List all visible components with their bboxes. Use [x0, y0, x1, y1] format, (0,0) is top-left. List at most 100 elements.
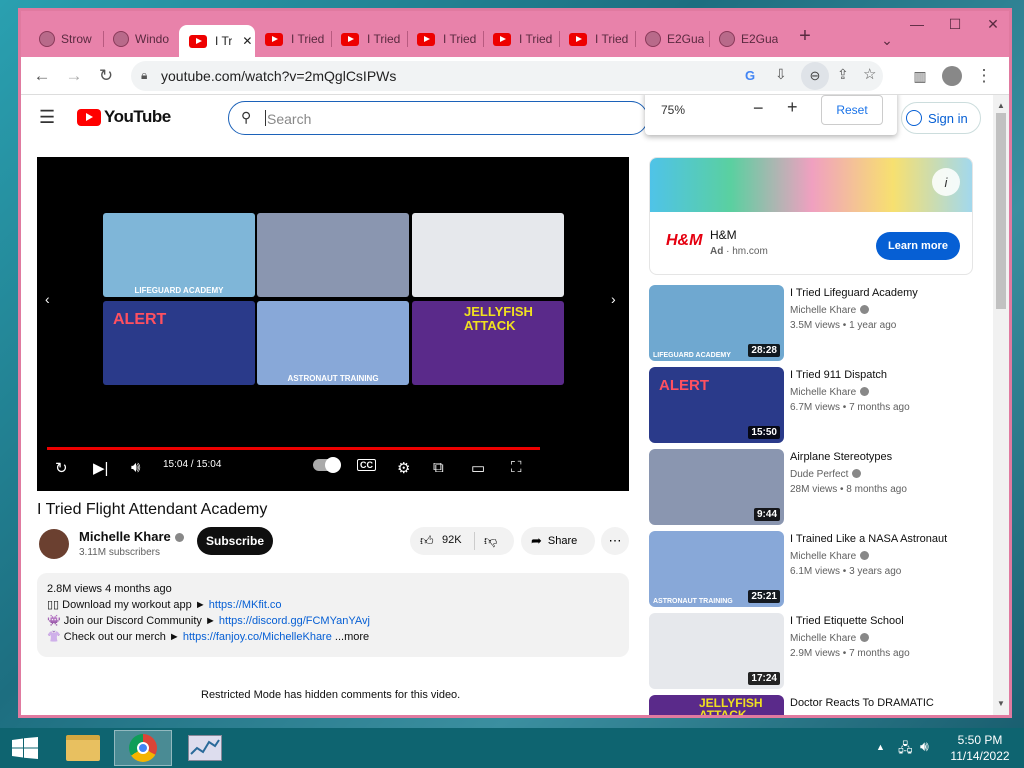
- subscribe-button[interactable]: Subscribe: [197, 527, 273, 555]
- rec-channel[interactable]: Michelle Khare: [790, 551, 870, 562]
- learn-more-button[interactable]: Learn more: [876, 232, 960, 260]
- tab-search-chevron-icon[interactable]: ⌄: [871, 29, 903, 51]
- theater-mode-icon[interactable]: ▭: [471, 459, 485, 477]
- recommended-video[interactable]: 9:44 Airplane Stereotypes Dude Perfect 28M …: [649, 449, 989, 525]
- install-icon[interactable]: ⇩: [775, 66, 787, 83]
- reload-button[interactable]: ↻: [93, 63, 119, 89]
- file-explorer-icon[interactable]: [54, 730, 112, 766]
- share-icon[interactable]: ⇪: [837, 66, 849, 83]
- system-clock[interactable]: 5:50 PM 11/14/2022: [940, 732, 1020, 764]
- rec-title[interactable]: I Tried 911 Dispatch: [790, 369, 980, 381]
- forward-button[interactable]: →: [61, 63, 87, 89]
- tab-9[interactable]: E2Gua: [635, 25, 709, 53]
- close-window-button[interactable]: ✕: [977, 13, 1009, 35]
- rec-title[interactable]: Airplane Stereotypes: [790, 451, 980, 463]
- rec-thumbnail[interactable]: ASTRONAUT TRAINING 25:21: [649, 531, 784, 607]
- address-bar[interactable]: 🔒︎ youtube.com/watch?v=2mQglCsIPWs G ⇩ ⊖…: [131, 61, 883, 91]
- maximize-button[interactable]: ☐: [939, 13, 971, 35]
- youtube-logo[interactable]: YouTube: [77, 107, 171, 127]
- autoplay-toggle[interactable]: [313, 457, 341, 473]
- scrollbar-thumb[interactable]: [996, 113, 1006, 309]
- tab-1[interactable]: Strow: [29, 25, 103, 53]
- ad-card[interactable]: i H&M H&M Ad · hm.com Learn more: [649, 157, 973, 275]
- more-actions-icon[interactable]: ⋯: [601, 527, 629, 555]
- menu-kebab-icon[interactable]: ⋮: [971, 63, 997, 89]
- rec-title[interactable]: I Trained Like a NASA Astronaut: [790, 533, 980, 545]
- rec-meta: 6.7M views • 7 months ago: [790, 402, 910, 413]
- tab-4[interactable]: I Tried: [255, 25, 331, 53]
- zoom-icon[interactable]: ⊖: [801, 62, 829, 90]
- task-manager-icon[interactable]: [176, 730, 234, 766]
- discord-link[interactable]: https://discord.gg/FCMYanYAvj: [219, 615, 370, 627]
- rec-thumbnail[interactable]: 9:44: [649, 449, 784, 525]
- rec-thumbnail[interactable]: 17:24: [649, 613, 784, 689]
- rec-channel[interactable]: Michelle Khare: [790, 387, 870, 398]
- chrome-taskbar-icon[interactable]: [114, 730, 172, 766]
- search-input[interactable]: ⚲ Search: [228, 101, 648, 135]
- zoom-out-button[interactable]: −: [753, 98, 764, 119]
- recommended-video[interactable]: 17:24 I Tried Etiquette School Michelle Kh…: [649, 613, 989, 689]
- merch-link[interactable]: https://fanjoy.co/MichelleKhare: [183, 631, 332, 643]
- rec-thumbnail[interactable]: JELLYFISH ATTACK: [649, 695, 784, 715]
- rec-thumbnail[interactable]: LIFEGUARD ACADEMY 28:28: [649, 285, 784, 361]
- rec-channel[interactable]: Michelle Khare: [790, 633, 870, 644]
- start-button[interactable]: [0, 730, 50, 766]
- description-box[interactable]: 2.8M views 4 months ago ▯▯ Download my w…: [37, 573, 629, 657]
- rec-channel[interactable]: Dude Perfect: [790, 469, 862, 480]
- sign-in-button[interactable]: Sign in: [901, 102, 981, 134]
- share-button[interactable]: ➦ Share: [521, 527, 595, 555]
- network-icon[interactable]: 🖧: [898, 739, 913, 761]
- zoom-in-button[interactable]: +: [787, 97, 798, 118]
- share-label: Share: [547, 535, 578, 547]
- profile-icon[interactable]: [939, 63, 965, 89]
- workout-app-link[interactable]: https://MKfit.co: [209, 599, 282, 611]
- volume-icon[interactable]: 🔊︎: [131, 459, 140, 476]
- channel-name[interactable]: Michelle Khare: [79, 529, 184, 544]
- show-hidden-icons[interactable]: ▲: [876, 742, 885, 752]
- tab-3[interactable]: I Tr ✕: [179, 25, 255, 57]
- recommended-video[interactable]: LIFEGUARD ACADEMY 28:28 I Tried Lifeguard …: [649, 285, 989, 361]
- page-scrollbar[interactable]: ▲ ▼: [993, 95, 1009, 715]
- tab-strip: Strow Windo I Tr ✕ I Tried I Tried I Tried I Tr…: [21, 11, 1009, 57]
- recommended-video[interactable]: ASTRONAUT TRAINING 25:21 I Trained Like a …: [649, 531, 989, 607]
- ad-info-icon[interactable]: i: [932, 168, 960, 196]
- recommended-video[interactable]: ALERT 15:50 I Tried 911 Dispatch Michelle K…: [649, 367, 989, 443]
- youtube-favicon-icon: [493, 32, 511, 46]
- settings-gear-icon[interactable]: ⚙: [397, 459, 410, 477]
- progress-bar[interactable]: [47, 447, 540, 450]
- close-tab-icon[interactable]: ✕: [242, 34, 252, 48]
- next-video-icon[interactable]: ▶|: [93, 459, 108, 477]
- minimize-button[interactable]: —: [901, 13, 933, 35]
- rec-thumbnail[interactable]: ALERT 15:50: [649, 367, 784, 443]
- back-button[interactable]: ←: [29, 63, 55, 89]
- tab-10[interactable]: E2Gua: [709, 25, 783, 53]
- tab-6[interactable]: I Tried: [407, 25, 483, 53]
- side-panel-icon[interactable]: ▥: [907, 63, 933, 89]
- prev-slide-icon[interactable]: ‹: [45, 291, 50, 307]
- tab-5[interactable]: I Tried: [331, 25, 407, 53]
- like-icon[interactable]: 👍︎: [420, 533, 434, 549]
- dislike-icon[interactable]: 👎︎: [484, 533, 497, 549]
- tab-2[interactable]: Windo: [103, 25, 177, 53]
- video-player[interactable]: LIFEGUARD ACADEMY ALERT ASTRONAUT TRAINING…: [37, 157, 629, 491]
- replay-icon[interactable]: ↻: [55, 459, 68, 477]
- bookmark-star-icon[interactable]: ☆: [863, 65, 876, 83]
- hamburger-menu-icon[interactable]: ☰: [39, 107, 55, 128]
- rec-title[interactable]: Doctor Reacts To DRAMATIC: [790, 697, 980, 709]
- google-lens-icon[interactable]: G: [745, 68, 755, 83]
- zoom-reset-button[interactable]: Reset: [821, 95, 883, 125]
- tab-7[interactable]: I Tried: [483, 25, 559, 53]
- channel-avatar[interactable]: [39, 529, 69, 559]
- volume-tray-icon[interactable]: 🔊︎: [920, 738, 929, 755]
- rec-title[interactable]: I Tried Etiquette School: [790, 615, 980, 627]
- tab-8[interactable]: I Tried: [559, 25, 635, 53]
- captions-icon[interactable]: CC: [357, 459, 376, 471]
- new-tab-button[interactable]: +: [789, 25, 821, 47]
- more-button[interactable]: ...more: [332, 631, 369, 643]
- recommended-video[interactable]: JELLYFISH ATTACK Doctor Reacts To DRAMATI…: [649, 695, 989, 715]
- miniplayer-icon[interactable]: ⧉: [433, 459, 444, 476]
- rec-channel[interactable]: Michelle Khare: [790, 305, 870, 316]
- fullscreen-icon[interactable]: ⛶: [511, 459, 522, 476]
- next-slide-icon[interactable]: ›: [611, 291, 616, 307]
- rec-title[interactable]: I Tried Lifeguard Academy: [790, 287, 980, 299]
